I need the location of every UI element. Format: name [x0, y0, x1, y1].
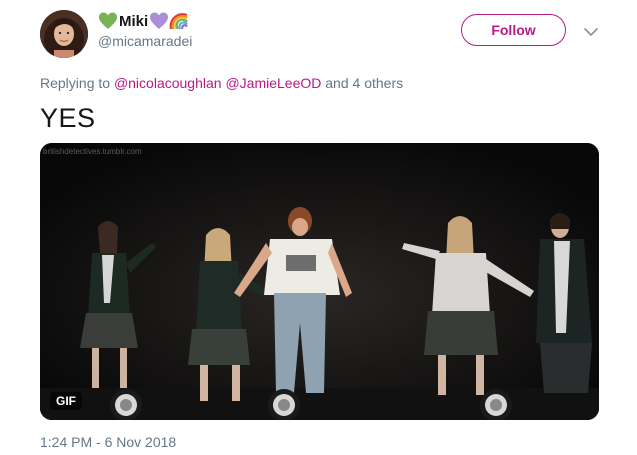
- purple-heart-icon: [150, 12, 169, 29]
- replying-to: Replying to @nicolacoughlan @JamieLeeOD …: [40, 75, 403, 91]
- display-name: Miki: [119, 12, 149, 30]
- chevron-down-icon[interactable]: [581, 23, 601, 41]
- gif-media[interactable]: britishdetectives.tumblr.com GIF: [40, 143, 599, 420]
- dancer-figure: [536, 213, 592, 393]
- stage-light: [480, 389, 512, 420]
- others-link[interactable]: and 4 others: [325, 75, 403, 91]
- avatar[interactable]: [40, 10, 88, 58]
- display-name-row[interactable]: Miki: [98, 9, 189, 33]
- tweet-text: YES: [40, 103, 96, 133]
- stage-light: [110, 389, 142, 420]
- rainbow-icon: [169, 13, 189, 30]
- follow-button[interactable]: Follow: [461, 14, 566, 46]
- avatar-image: [40, 10, 88, 58]
- gif-frame: [40, 143, 599, 420]
- green-heart-icon: [99, 12, 117, 29]
- user-handle[interactable]: @micamaradei: [98, 33, 192, 49]
- stage-light: [268, 389, 300, 420]
- replying-to-label: Replying to: [40, 75, 111, 91]
- mention-link[interactable]: @nicolacoughlan: [114, 75, 222, 91]
- watermark: britishdetectives.tumblr.com: [43, 147, 142, 156]
- gif-badge: GIF: [50, 392, 82, 410]
- mention-link[interactable]: @JamieLeeOD: [225, 75, 321, 91]
- timestamp[interactable]: 1:24 PM - 6 Nov 2018: [40, 434, 176, 450]
